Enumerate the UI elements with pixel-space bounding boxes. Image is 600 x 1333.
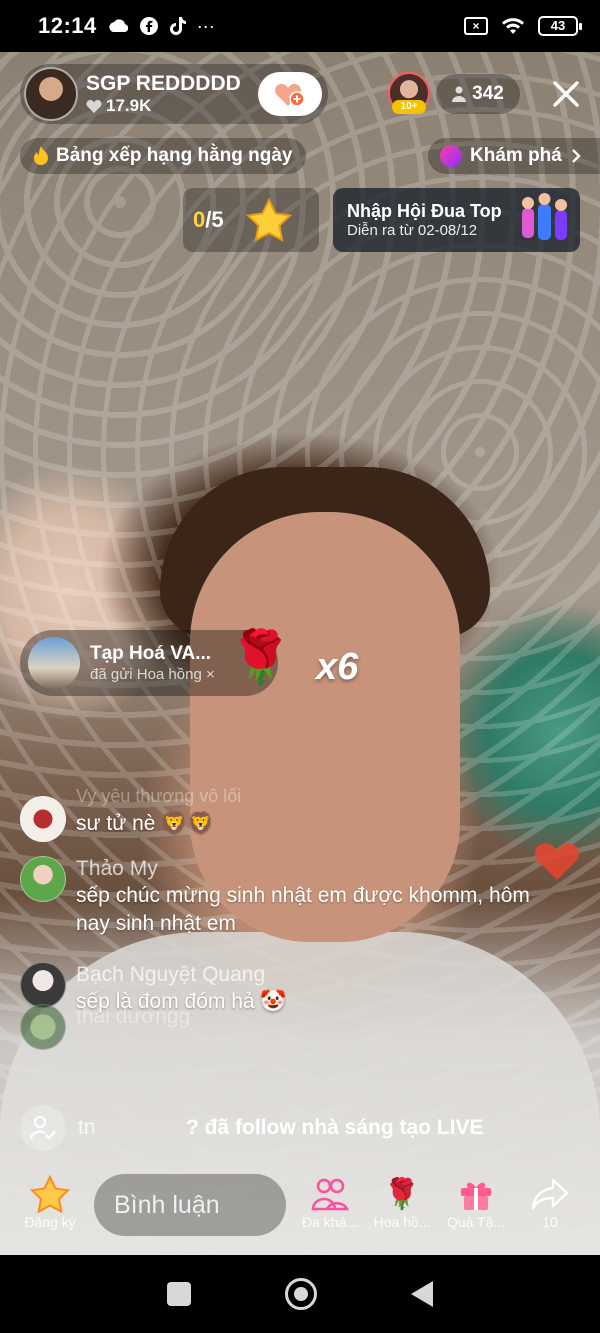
chat-body: sư tử nè 🦁🦁 [76, 796, 214, 842]
top-viewer-badge: 10+ [392, 100, 426, 114]
follow-notice: tn ? đã follow nhà sáng tạo LIVE [20, 1104, 580, 1152]
comment-input[interactable]: Bình luận [94, 1174, 286, 1236]
share-count: 10 [542, 1214, 558, 1230]
multi-guest-label: Đa khá... [301, 1214, 359, 1230]
chat-avatar[interactable] [20, 962, 66, 1008]
explore-label: Khám phá [470, 145, 562, 166]
recents-button[interactable] [167, 1282, 191, 1306]
subscribe-star-icon [18, 1174, 82, 1214]
gift-action: đã gửi Hoa hồng × [90, 666, 215, 683]
daily-ranking-button[interactable]: Bảng xếp hạng hằng ngày [20, 138, 307, 174]
share-icon [518, 1174, 582, 1214]
viewer-count-value: 342 [472, 83, 504, 104]
status-right-icons: × 43 [464, 16, 582, 36]
home-button[interactable] [285, 1278, 317, 1310]
chat-text: sếp chúc mừng sinh nhật em được khomm, h… [76, 884, 530, 935]
event-characters-icon [522, 193, 567, 240]
back-button[interactable] [411, 1281, 433, 1307]
heart-icon [86, 100, 102, 113]
star-icon [245, 198, 292, 242]
chat-text: sư tử nè 🦁🦁 [76, 812, 214, 835]
user-check-icon [29, 1115, 56, 1140]
chevron-right-icon [572, 149, 581, 163]
rose-gift-button[interactable]: 🌹 Hoa hồ... [370, 1174, 434, 1231]
explore-ball-icon [440, 145, 462, 167]
chat-list[interactable]: sư tử nè 🦁🦁 Thảo My sếp chúc mừng sinh n… [20, 796, 560, 1064]
gift-box-icon [444, 1174, 508, 1214]
status-left-icons: ··· [107, 16, 215, 37]
status-bar: 12:14 ··· × 43 [0, 0, 600, 52]
rose-gift-icon: 🌹 [228, 629, 293, 687]
viewer-count[interactable]: 342 [436, 74, 520, 114]
flame-icon [34, 146, 48, 165]
battery-icon: 43 [538, 16, 582, 36]
host-name: SGP REDDDDD [86, 72, 241, 95]
cloud-icon [109, 19, 128, 32]
gift-sender-avatar [28, 637, 80, 689]
host-info[interactable]: SGP REDDDDD 17.9K [20, 64, 328, 124]
multi-guest-icon [298, 1174, 362, 1214]
gift-label: Quà Tặ... [446, 1214, 506, 1230]
rose-label: Hoa hồ... [373, 1214, 431, 1230]
system-nav-bar [0, 1255, 600, 1333]
gift-button[interactable]: Quà Tặ... [444, 1174, 508, 1230]
chat-avatar[interactable] [20, 796, 66, 842]
multi-guest-button[interactable]: Đa khá... [298, 1174, 362, 1230]
chat-avatar[interactable] [20, 856, 66, 902]
chat-body: thái dươngg [76, 1004, 190, 1050]
follow-notice-icon [20, 1105, 66, 1151]
gift-count: x6 [316, 646, 359, 688]
host-avatar[interactable] [24, 67, 78, 121]
host-text: SGP REDDDDD 17.9K [86, 72, 241, 116]
explore-button[interactable]: Khám phá [428, 138, 600, 174]
subscribe-button[interactable]: Đăng ký [18, 1174, 82, 1230]
wifi-icon [502, 18, 524, 34]
tiktok-icon [169, 17, 186, 35]
gift-text: Tạp Hoá VA... đã gửi Hoa hồng × [90, 642, 215, 684]
chat-message[interactable]: sư tử nè 🦁🦁 [20, 796, 560, 842]
status-time: 12:14 [38, 13, 97, 38]
daily-ranking-label: Bảng xếp hạng hằng ngày [56, 145, 293, 166]
follow-notice-text: ? đã follow nhà sáng tạo LIVE [186, 1116, 484, 1139]
chat-body: Thảo My sếp chúc mừng sinh nhật em được … [76, 856, 560, 938]
close-icon[interactable] [550, 78, 582, 110]
chat-username: Bạch Nguyệt Quang [76, 963, 266, 986]
subscribe-label: Đăng ký [24, 1214, 76, 1230]
task-done: 0 [193, 207, 206, 232]
follow-notice-user: tn [78, 1116, 96, 1139]
rose-icon: 🌹 [383, 1177, 421, 1211]
host-likes-count: 17.9K [106, 96, 152, 115]
bottom-toolbar: Đăng ký Bình luận Đa khá... 🌹 Hoa hồ... … [0, 1166, 600, 1252]
chat-username: Thảo My [76, 857, 158, 880]
chat-avatar[interactable] [20, 1004, 66, 1050]
follow-button[interactable] [258, 72, 322, 116]
no-sim-icon: × [464, 17, 488, 35]
more-dots-icon: ··· [196, 15, 215, 36]
chat-username: thái dươngg [76, 1005, 191, 1028]
floating-heart-icon [534, 843, 580, 880]
task-progress-card[interactable]: 0 /5 [183, 188, 319, 252]
task-total: /5 [205, 207, 224, 232]
chat-message[interactable]: Thảo My sếp chúc mừng sinh nhật em được … [20, 856, 560, 938]
event-banner[interactable]: Nhập Hội Đua Top Diễn ra từ 02-08/12 [333, 188, 580, 252]
facebook-icon [139, 17, 158, 35]
host-likes: 17.9K [86, 96, 241, 116]
gift-sender-name: Tạp Hoá VA... [90, 643, 212, 664]
heart-plus-icon [275, 83, 305, 107]
chat-message[interactable]: thái dươngg [20, 1004, 560, 1050]
person-icon [452, 86, 467, 102]
share-button[interactable]: 10 [518, 1174, 582, 1230]
